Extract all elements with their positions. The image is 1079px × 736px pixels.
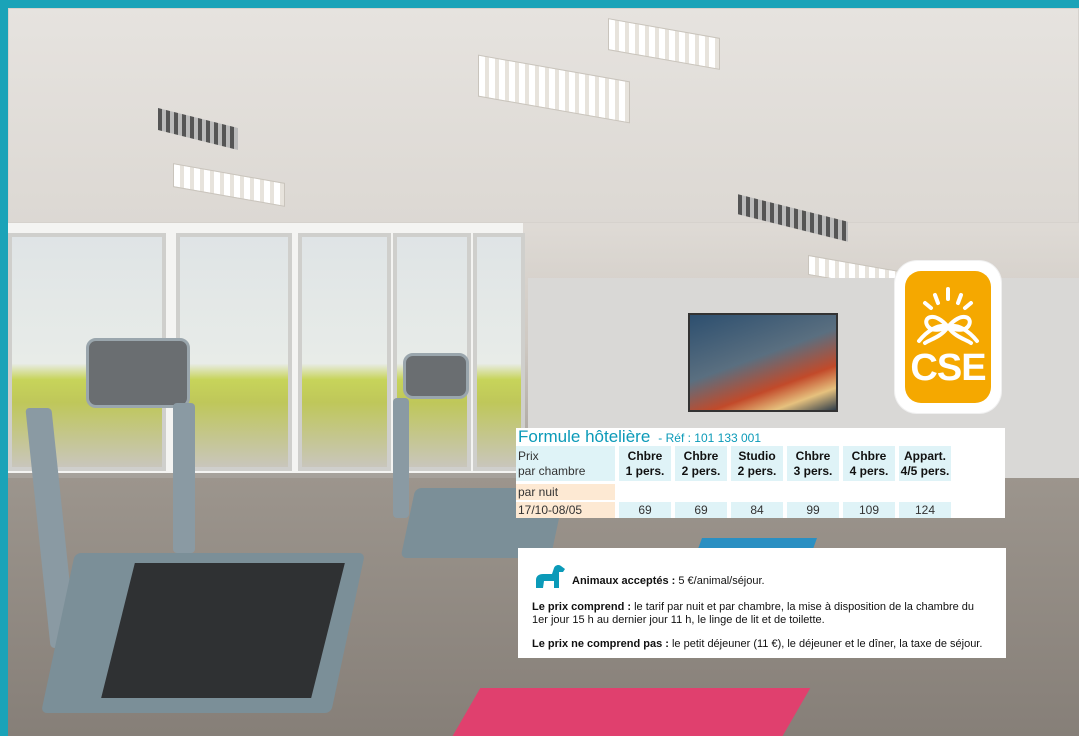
period-cell: 17/10-08/05 [516, 502, 615, 518]
column-header-line1: Appart. [904, 449, 946, 463]
price-cell: 69 [619, 502, 671, 518]
column-header-line1: Chbre [795, 449, 831, 463]
pets-text: Animaux acceptés : 5 €/animal/séjour. [572, 575, 765, 588]
column-header-line2: 1 pers. [625, 464, 665, 478]
treadmill-arm [173, 403, 195, 553]
excludes-bold: Le prix ne comprend pas : [532, 638, 669, 650]
treadmill-console [86, 338, 190, 408]
formula-title: Formule hôtelière [518, 427, 651, 446]
column-header: Chbre 4 pers. [843, 446, 895, 481]
window-pane [298, 233, 391, 471]
gift-icon [917, 287, 979, 345]
pink-mat [445, 688, 811, 736]
row-label: Prix par chambre [516, 446, 615, 481]
wall-poster [688, 313, 838, 412]
formula-ref: - Réf : 101 133 001 [658, 431, 762, 445]
treadmill-console [403, 353, 469, 399]
dog-icon [536, 564, 565, 588]
column-header-line2: 2 pers. [681, 464, 721, 478]
excludes-text: le petit déjeuner (11 €), le déjeuner et… [668, 638, 983, 650]
column-header: Chbre 1 pers. [619, 446, 671, 481]
cse-label: CSE [910, 347, 986, 389]
pets-detail: 5 €/animal/séjour. [675, 575, 765, 587]
treadmill-arm [393, 398, 409, 518]
pets-line: Animaux acceptés : 5 €/animal/séjour. [532, 564, 765, 588]
column-header-line1: Chbre [627, 449, 663, 463]
row-label-line1: Prix [518, 449, 539, 463]
cse-badge: CSE [895, 261, 1001, 413]
includes-paragraph: Le prix comprend : le tarif par nuit et … [532, 601, 992, 627]
price-cell: 84 [731, 502, 783, 518]
column-header-line2: 2 pers. [737, 464, 777, 478]
column-header: Chbre 2 pers. [675, 446, 727, 481]
formula-header: Formule hôtelière - Réf : 101 133 001 [516, 428, 1005, 446]
pets-bold: Animaux acceptés : [572, 575, 676, 587]
formula-table: Formule hôtelière - Réf : 101 133 001 Pr… [516, 428, 1005, 518]
row-label-line2: par chambre [518, 464, 586, 478]
sub-label: par nuit [516, 484, 615, 500]
price-cell: 109 [843, 502, 895, 518]
column-header-line1: Chbre [683, 449, 719, 463]
column-header-line2: 3 pers. [793, 464, 833, 478]
price-cell: 99 [787, 502, 839, 518]
column-header: Appart. 4/5 pers. [899, 446, 951, 481]
price-cell: 69 [675, 502, 727, 518]
treadmill-belt [101, 563, 345, 698]
column-header-line1: Studio [738, 449, 776, 463]
info-block: Animaux acceptés : 5 €/animal/séjour. Le… [518, 548, 1006, 658]
column-header-line2: 4/5 pers. [900, 464, 950, 478]
column-header-line1: Chbre [851, 449, 887, 463]
sub-row-fill [619, 484, 951, 500]
price-grid: Prix par chambre Chbre 1 pers. Chbre 2 per… [516, 446, 1005, 518]
price-cell: 124 [899, 502, 951, 518]
includes-bold: Le prix comprend : [532, 601, 632, 613]
excludes-paragraph: Le prix ne comprend pas : le petit déjeu… [532, 638, 992, 651]
column-header-line2: 4 pers. [849, 464, 889, 478]
column-header: Studio 2 pers. [731, 446, 783, 481]
column-header: Chbre 3 pers. [787, 446, 839, 481]
